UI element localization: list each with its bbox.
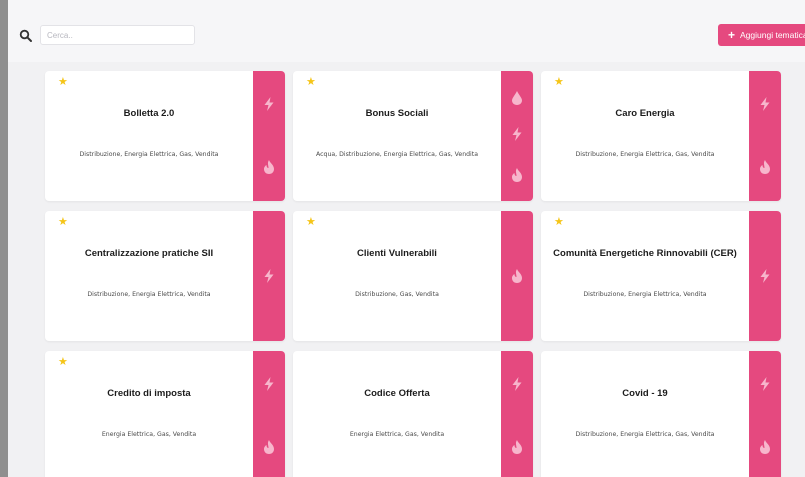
card-title: Credito di imposta [107, 388, 191, 399]
flame-icon [512, 440, 522, 454]
category-strip [501, 351, 533, 477]
card-body: ★ Comunità Energetiche Rinnovabili (CER) D… [541, 211, 749, 341]
card-title: Codice Offerta [364, 388, 430, 399]
favorite-star-icon[interactable]: ★ [58, 77, 68, 88]
card-body: ★ Caro Energia Distribuzione, Energia Elet… [541, 71, 749, 201]
flame-icon [264, 160, 274, 174]
topic-card[interactable]: ★ Caro Energia Distribuzione, Energia Elet… [541, 71, 781, 201]
card-body: ★ Bolletta 2.0 Distribuzione, Energia Elet… [45, 71, 253, 201]
flame-icon [512, 168, 522, 182]
card-tags: Distribuzione, Energia Elettrica, Vendit… [87, 291, 211, 298]
search-input[interactable] [40, 25, 195, 45]
lightning-icon [760, 269, 770, 283]
card-body: Codice Offerta Energia Elettrica, Gas, Ve… [293, 351, 501, 477]
lightning-icon [264, 97, 274, 111]
favorite-star-icon[interactable]: ★ [306, 217, 316, 228]
topic-card[interactable]: Covid - 19 Distribuzione, Energia Elettri… [541, 351, 781, 477]
flame-icon [264, 440, 274, 454]
card-tags: Energia Elettrica, Gas, Vendita [349, 431, 445, 438]
flame-icon [512, 269, 522, 283]
card-tags: Distribuzione, Energia Elettrica, Gas, V… [575, 431, 715, 438]
category-strip [253, 71, 285, 201]
card-title: Centralizzazione pratiche SII [84, 248, 214, 259]
category-strip [749, 211, 781, 341]
topic-card[interactable]: ★ Credito di imposta Energia Elettrica, Ga… [45, 351, 285, 477]
lightning-icon [264, 377, 274, 391]
card-title: Clienti Vulnerabili [357, 248, 437, 259]
category-strip [749, 351, 781, 477]
category-strip [253, 211, 285, 341]
favorite-star-icon[interactable]: ★ [58, 357, 68, 368]
add-topic-button[interactable]: + Aggiungi tematica [718, 24, 805, 46]
topic-card[interactable]: ★ Clienti Vulnerabili Distribuzione, Gas, … [293, 211, 533, 341]
favorite-star-icon[interactable]: ★ [306, 77, 316, 88]
card-title: Bonus Sociali [365, 108, 429, 119]
card-tags: Distribuzione, Energia Elettrica, Gas, V… [575, 151, 715, 158]
topic-card[interactable]: ★ Bolletta 2.0 Distribuzione, Energia Elet… [45, 71, 285, 201]
card-body: ★ Clienti Vulnerabili Distribuzione, Gas, … [293, 211, 501, 341]
card-tags: Acqua, Distribuzione, Energia Elettrica,… [315, 151, 478, 158]
card-tags: Distribuzione, Energia Elettrica, Vendit… [583, 291, 707, 298]
flame-icon [760, 440, 770, 454]
category-strip [501, 211, 533, 341]
card-title: Caro Energia [615, 108, 675, 119]
card-body: ★ Centralizzazione pratiche SII Distribuzi… [45, 211, 253, 341]
favorite-star-icon[interactable]: ★ [554, 77, 564, 88]
category-strip [253, 351, 285, 477]
card-tags: Distribuzione, Gas, Vendita [355, 291, 439, 298]
card-tags: Energia Elettrica, Gas, Vendita [101, 431, 197, 438]
lightning-icon [512, 377, 522, 391]
water-drop-icon [512, 91, 522, 105]
search-icon[interactable] [19, 29, 33, 43]
category-strip [749, 71, 781, 201]
card-body: ★ Bonus Sociali Acqua, Distribuzione, Ener… [293, 71, 501, 201]
toolbar: + Aggiungi tematica [8, 0, 805, 62]
topic-card[interactable]: ★ Centralizzazione pratiche SII Distribuzi… [45, 211, 285, 341]
lightning-icon [760, 97, 770, 111]
app-window: + Aggiungi tematica ★ Bolletta 2.0 Distrib… [8, 0, 805, 477]
card-body: ★ Credito di imposta Energia Elettrica, Ga… [45, 351, 253, 477]
category-strip [501, 71, 533, 201]
card-body: Covid - 19 Distribuzione, Energia Elettri… [541, 351, 749, 477]
card-tags: Distribuzione, Energia Elettrica, Gas, V… [79, 151, 219, 158]
add-topic-label: Aggiungi tematica [740, 30, 805, 40]
topic-card[interactable]: ★ Bonus Sociali Acqua, Distribuzione, Ener… [293, 71, 533, 201]
lightning-icon [760, 377, 770, 391]
lightning-icon [264, 269, 274, 283]
lightning-icon [512, 127, 522, 141]
flame-icon [760, 160, 770, 174]
favorite-star-icon[interactable]: ★ [554, 217, 564, 228]
card-title: Comunità Energetiche Rinnovabili (CER) [553, 248, 737, 259]
favorite-star-icon[interactable]: ★ [58, 217, 68, 228]
card-title: Bolletta 2.0 [123, 108, 175, 119]
topic-card[interactable]: Codice Offerta Energia Elettrica, Gas, Ve… [293, 351, 533, 477]
topic-card[interactable]: ★ Comunità Energetiche Rinnovabili (CER) D… [541, 211, 781, 341]
plus-icon: + [728, 28, 736, 42]
card-title: Covid - 19 [622, 388, 668, 399]
